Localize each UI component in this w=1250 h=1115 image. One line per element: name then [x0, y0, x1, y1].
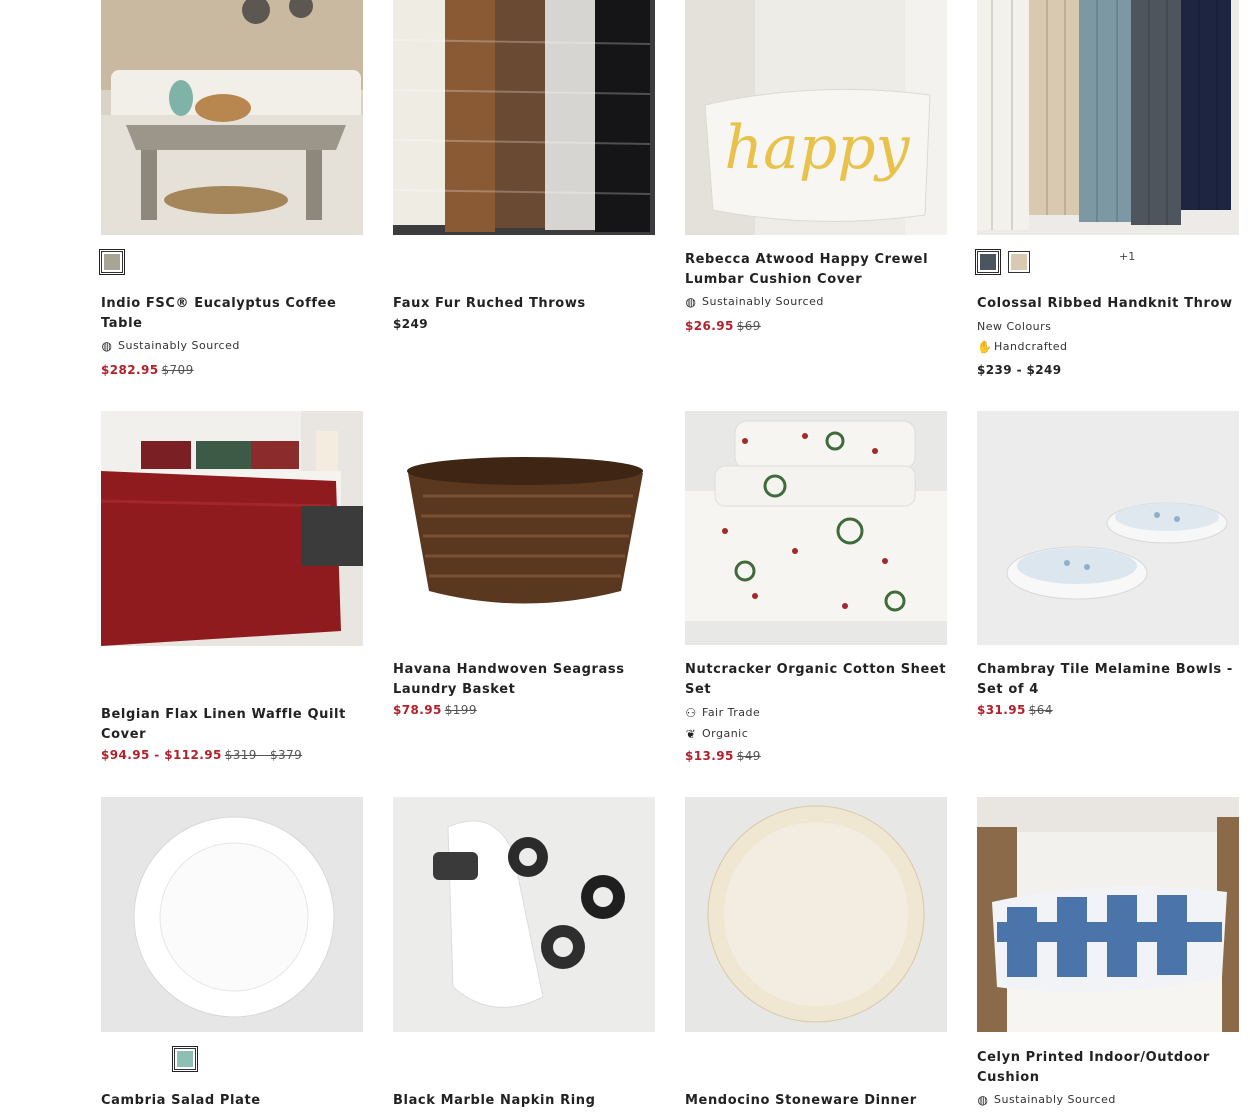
- product-name[interactable]: Celyn Printed Indoor/Outdoor Cushion: [977, 1048, 1239, 1088]
- product-image[interactable]: [393, 797, 655, 1032]
- more-colors-count[interactable]: +1: [1119, 250, 1135, 263]
- original-price: $69: [736, 319, 761, 333]
- color-swatch[interactable]: [99, 249, 125, 275]
- product-price: $26.95 $69: [685, 319, 761, 333]
- product-attribute: ⚇ Fair Trade: [685, 705, 761, 720]
- globe-icon: ◍: [101, 338, 113, 353]
- globe-icon: ◍: [685, 294, 697, 309]
- product-attribute: ◍ Sustainably Sourced: [685, 294, 824, 309]
- product-name[interactable]: Black Marble Napkin Ring: [393, 1091, 655, 1111]
- original-price: $319 - $379: [224, 748, 303, 762]
- sale-price: $78.95: [393, 703, 442, 717]
- sale-price: $282.95: [101, 363, 159, 377]
- product-image[interactable]: [977, 411, 1239, 645]
- original-price: $49: [736, 749, 761, 763]
- product-image[interactable]: [685, 797, 947, 1032]
- sale-price: $13.95: [685, 749, 734, 763]
- original-price: $199: [444, 703, 477, 717]
- product-image[interactable]: [393, 411, 655, 645]
- sale-price: $94.95 - $112.95: [101, 748, 222, 762]
- product-image[interactable]: [977, 0, 1239, 235]
- fair-trade-icon: ⚇: [685, 705, 697, 720]
- product-price: $94.95 - $112.95 $319 - $379: [101, 748, 302, 762]
- product-name[interactable]: Colossal Ribbed Handknit Throw: [977, 294, 1239, 314]
- product-attribute: ❦ Organic: [685, 726, 749, 741]
- color-swatch[interactable]: [1008, 251, 1030, 273]
- sale-price: $31.95: [977, 703, 1026, 717]
- product-name[interactable]: Mendocino Stoneware Dinner: [685, 1091, 947, 1111]
- product-price: $13.95 $49: [685, 749, 761, 763]
- original-price: $64: [1028, 703, 1053, 717]
- product-attribute: ◍ Sustainably Sourced: [977, 1092, 1116, 1107]
- leaf-icon: ❦: [685, 726, 697, 741]
- product-name[interactable]: Faux Fur Ruched Throws: [393, 294, 655, 314]
- product-price: $31.95 $64: [977, 703, 1053, 717]
- product-image[interactable]: [977, 797, 1239, 1032]
- product-name[interactable]: Cambria Salad Plate: [101, 1091, 363, 1111]
- product-price: $282.95 $709: [101, 363, 194, 377]
- svg-text:happy: happy: [724, 113, 910, 183]
- product-name[interactable]: Havana Handwoven Seagrass Laundry Basket: [393, 660, 655, 700]
- color-swatch[interactable]: [975, 249, 1001, 275]
- sale-price: $26.95: [685, 319, 734, 333]
- product-price: $78.95 $199: [393, 703, 477, 717]
- original-price: $709: [161, 363, 194, 377]
- product-price: $239 - $249: [977, 363, 1062, 377]
- product-attribute: ◍ Sustainably Sourced: [101, 338, 240, 353]
- color-swatch[interactable]: [172, 1046, 198, 1072]
- product-image[interactable]: [685, 411, 947, 645]
- product-attribute: ✋ Handcrafted: [977, 339, 1068, 354]
- product-name[interactable]: Rebecca Atwood Happy Crewel Lumbar Cushi…: [685, 250, 947, 290]
- product-image[interactable]: [393, 0, 655, 235]
- product-price: $249: [393, 317, 428, 331]
- product-image[interactable]: [101, 411, 363, 646]
- globe-icon: ◍: [977, 1092, 989, 1107]
- product-name[interactable]: Belgian Flax Linen Waffle Quilt Cover: [101, 705, 363, 745]
- product-image[interactable]: happy: [685, 0, 947, 235]
- product-name[interactable]: Chambray Tile Melamine Bowls - Set of 4: [977, 660, 1239, 700]
- product-image[interactable]: [101, 797, 363, 1032]
- product-image[interactable]: [101, 0, 363, 235]
- product-name[interactable]: Nutcracker Organic Cotton Sheet Set: [685, 660, 947, 700]
- hand-icon: ✋: [977, 339, 993, 354]
- product-name[interactable]: Indio FSC® Eucalyptus Coffee Table: [101, 294, 363, 334]
- product-subtitle: New Colours: [977, 320, 1052, 333]
